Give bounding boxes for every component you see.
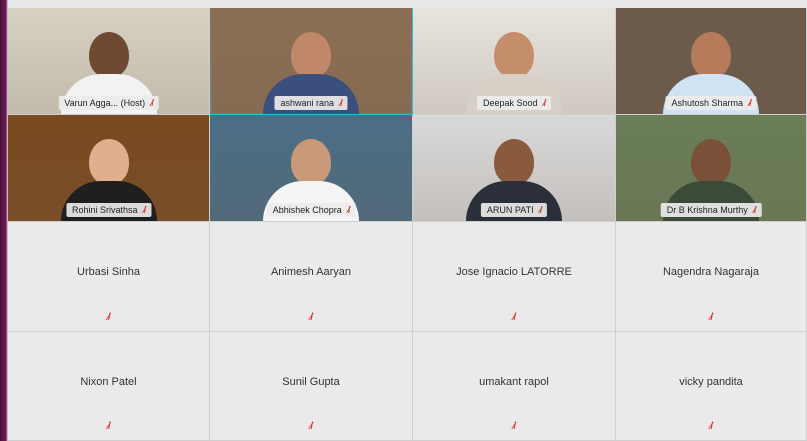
mic-muted-icon: ⁄̸ (143, 205, 146, 215)
participant-tile[interactable]: Varun Agga... (Host) ⁄̸ (8, 8, 210, 115)
participant-name: Ashutosh Sharma (671, 98, 744, 108)
participant-tile[interactable]: umakant rapol ⁄̸ (413, 332, 616, 441)
participant-tile[interactable]: Sunil Gupta ⁄̸ (210, 332, 413, 441)
participant-tile[interactable]: ashwani rana ⁄̸ (210, 8, 413, 115)
participant-tile[interactable]: Rohini Srivathsa ⁄̸ (8, 115, 210, 222)
mic-muted-icon: ⁄̸ (513, 421, 515, 432)
participant-nameplate: Abhishek Chopra ⁄̸ (266, 203, 356, 217)
participant-name: ashwani rana (280, 98, 335, 108)
participant-name: Deepak Sood (482, 98, 538, 108)
participant-tile[interactable]: Urbasi Sinha ⁄̸ (8, 222, 210, 332)
participant-tile[interactable]: Abhishek Chopra ⁄̸ (210, 115, 413, 222)
participant-tile[interactable]: Nixon Patel ⁄̸ (8, 332, 210, 441)
mic-muted-icon: ⁄̸ (513, 312, 515, 323)
mic-muted-icon: ⁄̸ (310, 421, 312, 432)
participant-grid: Varun Agga... (Host) ⁄̸ ashwani rana ⁄̸ Deep… (8, 8, 807, 441)
participant-nameplate: Ashutosh Sharma ⁄̸ (665, 96, 757, 110)
participant-name: Nagendra Nagaraja (662, 266, 759, 278)
mic-muted-icon: ⁄̸ (543, 98, 546, 108)
mic-muted-icon: ⁄̸ (539, 205, 542, 215)
mic-muted-icon: ⁄̸ (347, 205, 350, 215)
mic-muted-icon: ⁄̸ (710, 421, 712, 432)
participant-tile[interactable]: vicky pandita ⁄̸ (616, 332, 807, 441)
mic-muted-icon: ⁄̸ (107, 421, 110, 432)
participant-nameplate: Varun Agga... (Host) ⁄̸ (58, 96, 159, 110)
participant-tile[interactable]: Animesh Aaryan ⁄̸ (210, 222, 413, 332)
participant-tile[interactable]: Dr B Krishna Murthy ⁄̸ (616, 115, 807, 222)
participant-tile[interactable]: ARUN PATI ⁄̸ (413, 115, 616, 222)
participant-tile[interactable]: Nagendra Nagaraja ⁄̸ (616, 222, 807, 332)
participant-name: Urbasi Sinha (77, 266, 140, 278)
participant-tile[interactable]: Ashutosh Sharma ⁄̸ (616, 8, 807, 115)
participant-tile[interactable]: Jose Ignacio LATORRE ⁄̸ (413, 222, 616, 332)
participant-nameplate: Dr B Krishna Murthy ⁄̸ (660, 203, 762, 217)
mic-muted-icon: ⁄̸ (710, 312, 712, 323)
participant-name: Jose Ignacio LATORRE (456, 266, 572, 278)
participant-name: vicky pandita (679, 376, 743, 388)
mic-muted-icon: ⁄̸ (151, 98, 153, 108)
participant-name: Sunil Gupta (282, 376, 340, 388)
participant-nameplate: Rohini Srivathsa ⁄̸ (65, 203, 152, 217)
participant-nameplate: ashwani rana ⁄̸ (274, 96, 348, 110)
mic-muted-icon: ⁄̸ (749, 98, 751, 108)
mic-muted-icon: ⁄̸ (107, 312, 110, 323)
participant-tile[interactable]: Deepak Sood ⁄̸ (413, 8, 616, 115)
mic-muted-icon: ⁄̸ (753, 205, 756, 215)
participant-name: Dr B Krishna Murthy (666, 205, 748, 215)
mic-muted-icon: ⁄̸ (340, 98, 342, 108)
participant-nameplate: Deepak Sood ⁄̸ (476, 96, 552, 110)
participant-name: Abhishek Chopra (272, 205, 342, 215)
participant-name: ARUN PATI (486, 205, 534, 215)
participant-nameplate: ARUN PATI ⁄̸ (480, 203, 548, 217)
participant-name: Rohini Srivathsa (71, 205, 138, 215)
participant-name: Varun Agga... (Host) (64, 98, 146, 108)
participant-name: umakant rapol (479, 376, 549, 388)
participant-name: Animesh Aaryan (270, 266, 352, 278)
participant-name: Nixon Patel (80, 376, 137, 388)
mic-muted-icon: ⁄̸ (310, 312, 312, 323)
